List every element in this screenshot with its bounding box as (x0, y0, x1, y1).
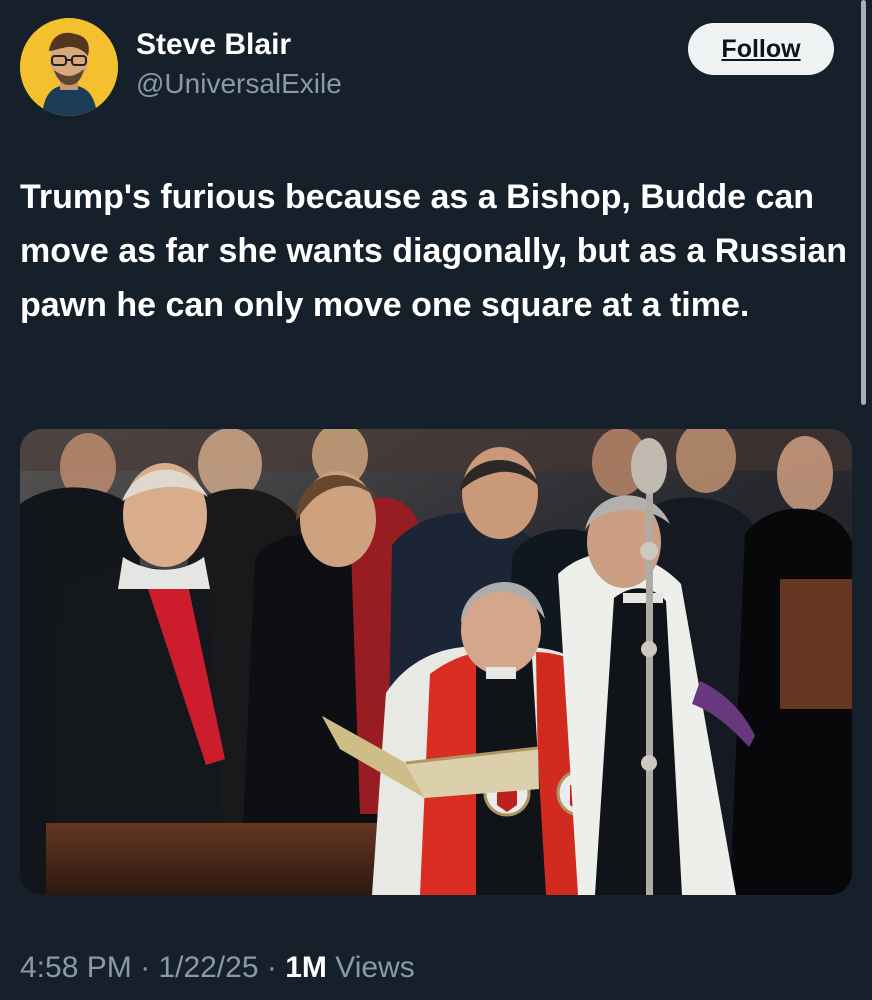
views-label: Views (335, 951, 415, 984)
meta-separator: · (140, 951, 151, 984)
tweet-header: Steve Blair @UniversalExile Follow (20, 18, 834, 118)
scrollbar[interactable] (861, 0, 866, 405)
avatar[interactable] (20, 18, 118, 116)
display-name[interactable]: Steve Blair (136, 26, 606, 64)
user-handle[interactable]: @UniversalExile (136, 66, 606, 102)
avatar-image (20, 18, 118, 116)
tweet-meta: 4:58 PM · 1/22/25 · 1M Views (20, 948, 415, 988)
follow-button[interactable]: Follow (688, 23, 834, 75)
tweet-date[interactable]: 1/22/25 (158, 951, 258, 984)
tweet: Steve Blair @UniversalExile Follow Trump… (0, 0, 872, 1000)
tweet-text: Trump's furious because as a Bishop, Bud… (20, 178, 847, 324)
views-count: 1M (285, 951, 327, 984)
author-names: Steve Blair @UniversalExile (136, 26, 606, 102)
tweet-photo[interactable] (20, 429, 852, 895)
meta-separator: · (266, 951, 277, 984)
ceremony-photo (20, 429, 852, 895)
tweet-time[interactable]: 4:58 PM (20, 951, 132, 984)
